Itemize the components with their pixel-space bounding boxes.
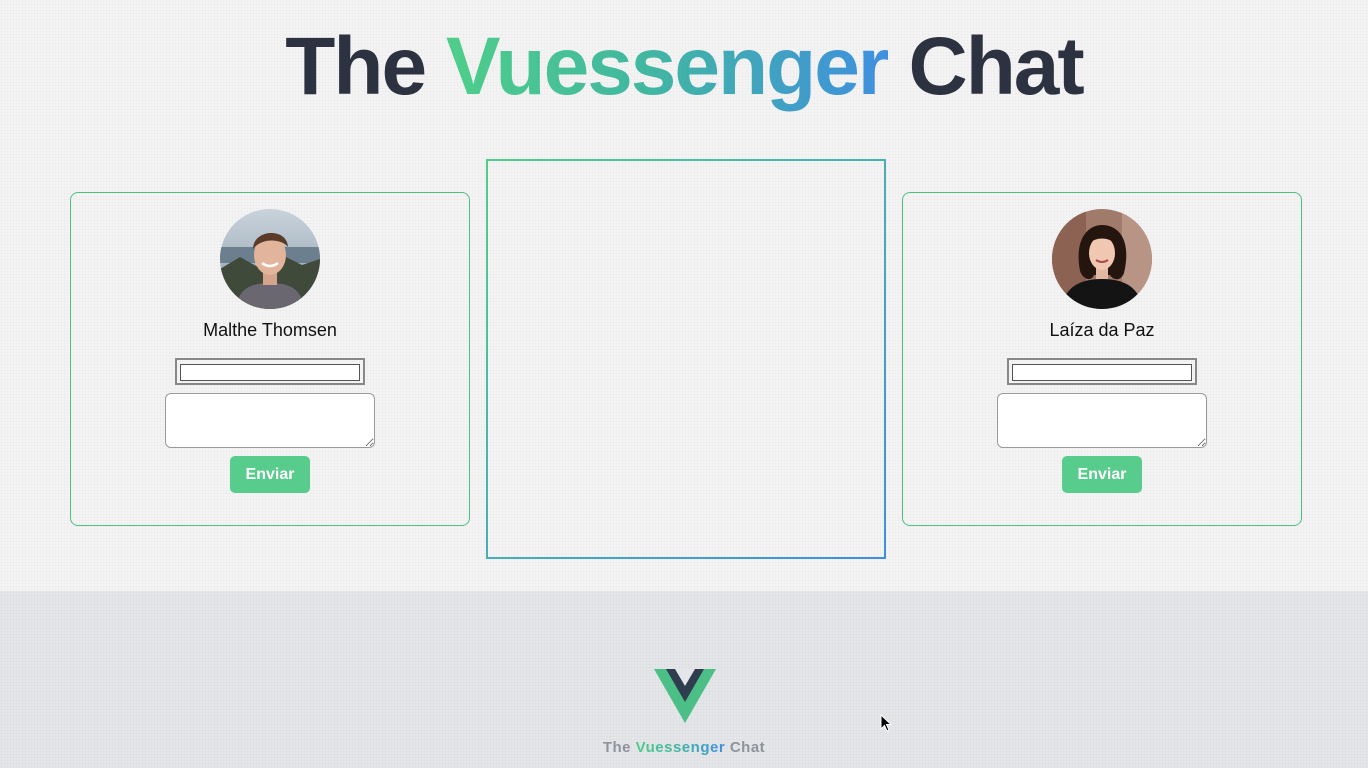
vue-logo-icon [654,669,716,723]
avatar-photo-male [220,209,320,309]
footer-title-chat: Chat [725,739,766,756]
title-brand: Vuessenger [445,21,890,112]
avatar-photo-female [1052,209,1152,309]
send-button[interactable]: Enviar [1062,456,1142,493]
user-name: Malthe Thomsen [203,320,337,340]
message-input[interactable] [1012,363,1192,381]
message-input-wrapper [175,358,365,385]
send-button[interactable]: Enviar [230,456,310,493]
user-card-laiza: Laíza da Paz Enviar [902,192,1302,526]
footer-title-the: The [602,739,636,756]
footer-title: The Vuessenger Chat [0,739,1368,756]
message-input[interactable] [180,363,360,381]
title-chat: Chat [887,21,1085,112]
message-textarea[interactable] [165,393,375,448]
user-name: Laíza da Paz [1049,320,1155,340]
chat-messages-panel [486,159,886,559]
mouse-cursor-icon [880,714,892,732]
avatar [220,209,320,309]
footer-title-brand: Vuessenger [635,739,726,756]
title-the: The [285,21,446,112]
footer: The Vuessenger Chat [0,591,1368,768]
avatar [1052,209,1152,309]
message-textarea[interactable] [997,393,1207,448]
message-input-wrapper [1007,358,1197,385]
user-card-malthe: Malthe Thomsen Enviar [70,192,470,526]
page-title: The Vuessenger Chat [0,22,1368,112]
